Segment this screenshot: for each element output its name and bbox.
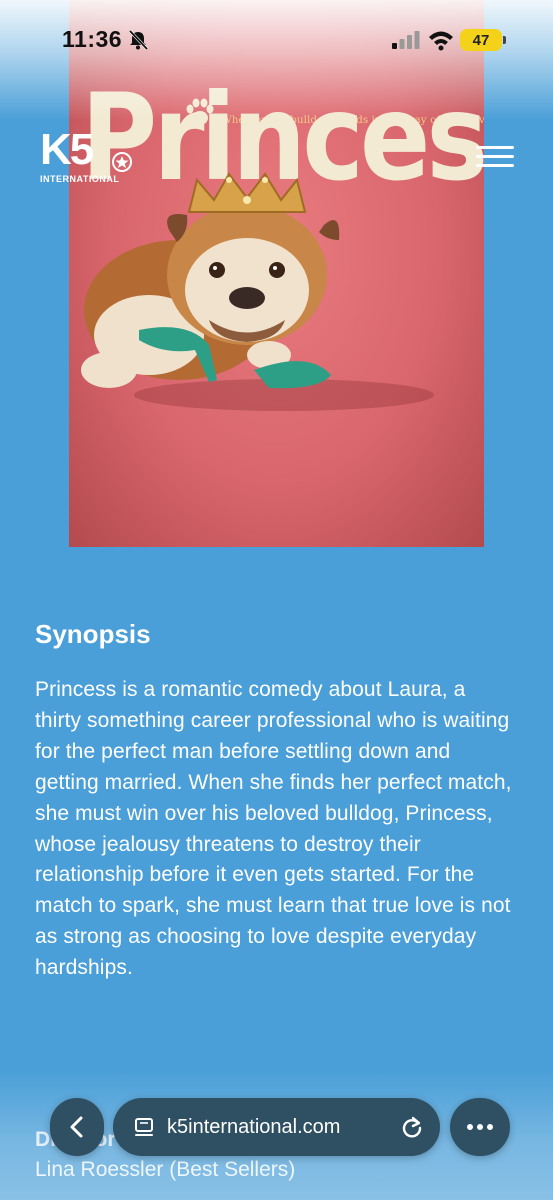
url-text: k5international.com xyxy=(167,1115,341,1138)
status-bar: 11:36 47 xyxy=(0,0,553,80)
hamburger-menu-icon[interactable] xyxy=(476,140,514,176)
logo-subtitle: INTERNATIONAL xyxy=(40,174,120,184)
status-time: 11:36 xyxy=(62,26,123,52)
star-icon xyxy=(112,152,132,172)
bulldog-illustration xyxy=(81,172,434,411)
reload-icon[interactable] xyxy=(400,1115,424,1139)
wifi-icon xyxy=(429,31,453,51)
more-options-button[interactable] xyxy=(450,1098,510,1156)
synopsis-heading: Synopsis xyxy=(35,619,151,649)
logo-mark: K5 xyxy=(40,125,94,174)
bell-slash-icon xyxy=(128,29,149,51)
site-info-icon xyxy=(135,1118,153,1136)
more-dots-icon xyxy=(467,1124,493,1130)
battery-indicator: 47 xyxy=(460,29,502,51)
movie-poster: When only a bulldog stands in the way of… xyxy=(69,0,484,547)
chevron-left-icon xyxy=(70,1116,83,1138)
battery-tip xyxy=(503,36,506,44)
synopsis-body: Princess is a romantic comedy about Laur… xyxy=(35,678,512,980)
back-button[interactable] xyxy=(50,1098,104,1156)
director-name: Lina Roessler (Best Sellers) xyxy=(35,1158,296,1181)
cellular-signal-icon xyxy=(392,31,420,49)
address-bar[interactable]: k5international.com xyxy=(113,1098,440,1156)
k5-logo[interactable]: K5 INTERNATIONAL xyxy=(40,125,132,184)
